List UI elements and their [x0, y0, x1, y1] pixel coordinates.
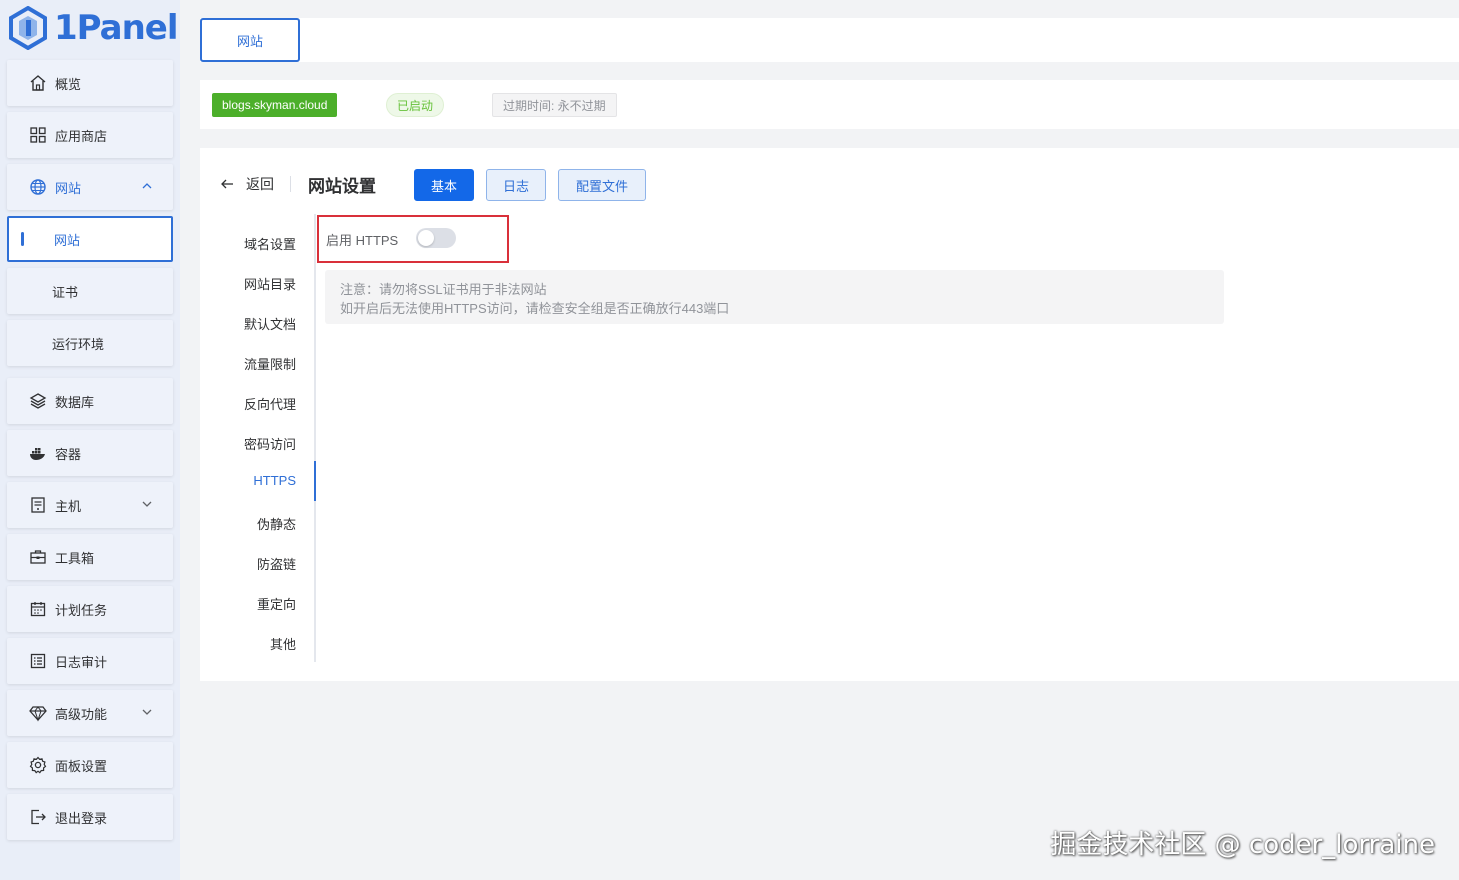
- sidebar-item-app-store[interactable]: 应用商店: [7, 112, 173, 158]
- page-title: 网站设置: [308, 177, 376, 196]
- sidebar-item-label: 证书: [52, 284, 79, 300]
- sidebar-item-database[interactable]: 数据库: [7, 378, 173, 424]
- sidebar: 1Panel 概览 应用商店 网站 网站 证书 运行环境 数据库 容器 主机 工…: [0, 0, 180, 880]
- logo: 1Panel: [8, 4, 179, 52]
- subnav-item-https[interactable]: HTTPS: [253, 473, 296, 488]
- expire-badge: 过期时间: 永不过期: [492, 93, 617, 117]
- subnav-active-indicator: [314, 461, 316, 501]
- calendar-icon: [29, 600, 47, 618]
- sidebar-item-overview[interactable]: 概览: [7, 60, 173, 106]
- subnav-item-anti-leech[interactable]: 防盗链: [257, 554, 296, 573]
- sidebar-item-panel-settings[interactable]: 面板设置: [7, 742, 173, 788]
- status-badge: 已启动: [386, 93, 444, 117]
- host-icon: [29, 496, 47, 514]
- subnav-item-rewrite[interactable]: 伪静态: [257, 514, 296, 533]
- subnav-item-redirect[interactable]: 重定向: [257, 594, 296, 613]
- chevron-down-icon: [142, 709, 152, 715]
- sidebar-item-label: 容器: [55, 446, 82, 462]
- logo-icon: [9, 6, 47, 50]
- toolbox-icon: [29, 548, 47, 566]
- diamond-icon: [29, 704, 47, 722]
- globe-icon: [29, 178, 47, 196]
- tab-website[interactable]: 网站: [200, 18, 300, 62]
- sidebar-item-label: 网站: [55, 180, 82, 196]
- sidebar-item-log-audit[interactable]: 日志审计: [7, 638, 173, 684]
- sidebar-item-label: 数据库: [55, 394, 95, 410]
- https-switch[interactable]: [416, 228, 456, 248]
- sidebar-item-toolbox[interactable]: 工具箱: [7, 534, 173, 580]
- sidebar-item-websites-group[interactable]: 网站: [7, 164, 173, 210]
- sidebar-item-label: 高级功能: [55, 706, 108, 722]
- log-button[interactable]: 日志: [486, 169, 546, 201]
- settings-subnav: 域名设置 网站目录 默认文档 流量限制 反向代理 密码访问 HTTPS 伪静态 …: [200, 214, 316, 662]
- back-label: 返回: [246, 176, 274, 192]
- subnav-item-rate-limit[interactable]: 流量限制: [244, 354, 296, 373]
- sidebar-item-cron[interactable]: 计划任务: [7, 586, 173, 632]
- sidebar-item-runtime[interactable]: 运行环境: [7, 320, 173, 366]
- basic-button[interactable]: 基本: [414, 169, 474, 201]
- notice-line-2: 如开启后无法使用HTTPS访问，请检查安全组是否正确放行443端口: [340, 301, 730, 316]
- grid-icon: [29, 126, 47, 144]
- sidebar-item-label: 运行环境: [52, 336, 105, 352]
- subnav-item-domain[interactable]: 域名设置: [244, 234, 296, 253]
- sidebar-item-label: 应用商店: [55, 128, 108, 144]
- subnav-item-reverse-proxy[interactable]: 反向代理: [244, 394, 296, 413]
- sidebar-item-label: 工具箱: [55, 550, 95, 566]
- top-tab-bar: 网站: [200, 18, 1459, 62]
- chevron-up-icon: [142, 183, 152, 189]
- config-file-button[interactable]: 配置文件: [558, 169, 646, 201]
- home-icon: [29, 74, 47, 92]
- docker-icon: [29, 444, 47, 462]
- sidebar-item-label: 网站: [54, 232, 81, 248]
- sidebar-item-label: 主机: [55, 498, 82, 514]
- ssl-notice: 注意：请勿将SSL证书用于非法网站 如开启后无法使用HTTPS访问，请检查安全组…: [325, 270, 1224, 324]
- logo-text: 1Panel: [54, 8, 179, 48]
- sidebar-item-label: 日志审计: [55, 654, 108, 670]
- divider: [290, 176, 291, 192]
- site-info-bar: blogs.skyman.cloud 已启动 过期时间: 永不过期: [200, 80, 1459, 129]
- active-indicator: [21, 232, 24, 246]
- sidebar-item-container[interactable]: 容器: [7, 430, 173, 476]
- log-icon: [29, 652, 47, 670]
- sidebar-item-website[interactable]: 网站: [7, 216, 173, 262]
- gear-icon: [29, 756, 47, 774]
- subnav-item-other[interactable]: 其他: [270, 634, 296, 653]
- domain-tag: blogs.skyman.cloud: [212, 93, 338, 117]
- sidebar-item-logout[interactable]: 退出登录: [7, 794, 173, 840]
- https-label: 启用 HTTPS: [326, 233, 399, 248]
- subnav-item-password-access[interactable]: 密码访问: [244, 434, 296, 453]
- notice-line-1: 注意：请勿将SSL证书用于非法网站: [340, 282, 547, 297]
- website-settings-panel: 返回 网站设置 基本 日志 配置文件 域名设置 网站目录 默认文档 流量限制 反…: [200, 148, 1459, 681]
- back-button[interactable]: 返回: [220, 174, 274, 194]
- chevron-down-icon: [142, 501, 152, 507]
- switch-knob: [418, 230, 434, 246]
- sidebar-item-host[interactable]: 主机: [7, 482, 173, 528]
- sidebar-item-certificate[interactable]: 证书: [7, 268, 173, 314]
- sidebar-item-label: 计划任务: [55, 602, 108, 618]
- https-toggle-row: 启用 HTTPS: [317, 215, 509, 263]
- sidebar-item-label: 面板设置: [55, 758, 108, 774]
- arrow-left-icon: [221, 179, 233, 189]
- sidebar-item-label: 退出登录: [55, 810, 108, 826]
- watermark: 掘金技术社区 @ coder_lorraine: [1050, 830, 1435, 860]
- logout-icon: [29, 808, 47, 826]
- subnav-item-default-doc[interactable]: 默认文档: [244, 314, 296, 333]
- sidebar-item-label: 概览: [55, 76, 82, 92]
- sidebar-item-advanced[interactable]: 高级功能: [7, 690, 173, 736]
- subnav-item-directory[interactable]: 网站目录: [244, 274, 296, 293]
- layers-icon: [29, 392, 47, 410]
